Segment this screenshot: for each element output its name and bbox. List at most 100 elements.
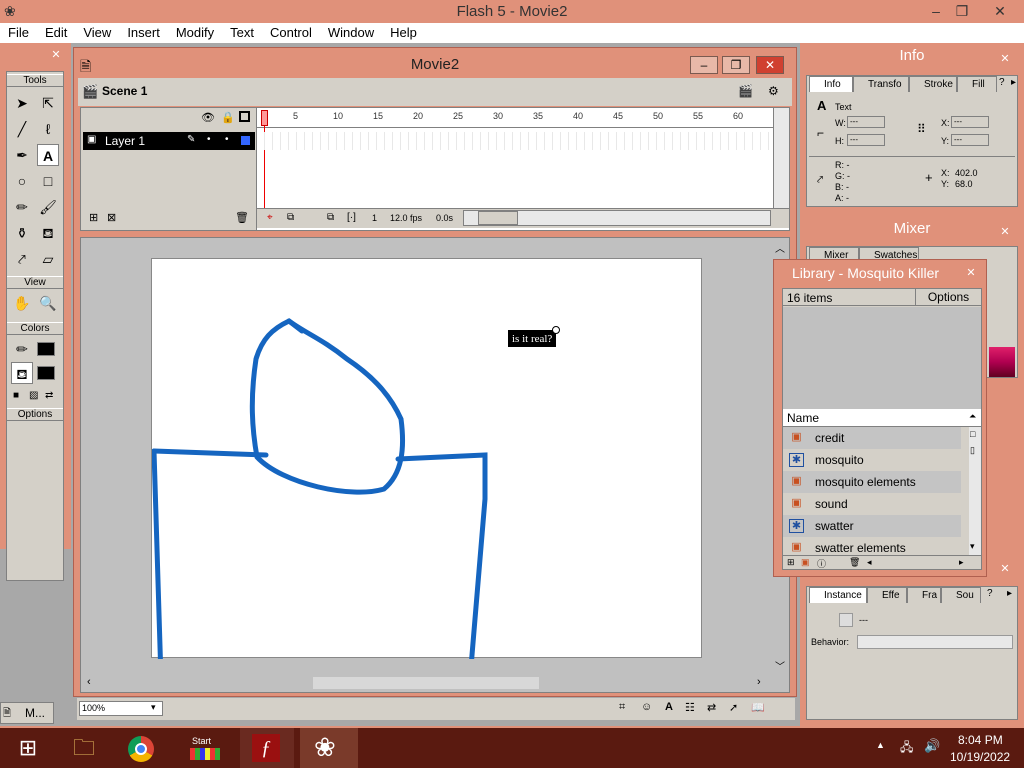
actions-panel-icon[interactable]: ➚	[729, 701, 738, 714]
menu-control[interactable]: Control	[262, 23, 320, 43]
outline-icon[interactable]	[239, 111, 250, 122]
clock-time[interactable]: 8:04 PM	[958, 733, 1003, 747]
arrow-tool-icon[interactable]: ➤	[11, 92, 33, 114]
swap-colors-icon[interactable]: ⇄	[45, 390, 53, 401]
wide-view-icon[interactable]: □	[970, 429, 975, 439]
fill-color-swatch[interactable]	[37, 366, 55, 380]
no-color-icon[interactable]: ▨	[29, 390, 38, 401]
menu-window[interactable]: Window	[320, 23, 382, 43]
flash-taskbar-icon[interactable]: ƒ	[240, 728, 294, 768]
mixer-close-button[interactable]: ✕	[996, 223, 1014, 241]
tray-up-icon[interactable]: ▲	[876, 740, 885, 750]
lasso-tool-icon[interactable]: ℓ	[37, 118, 59, 140]
delete-layer-icon[interactable]: 🗑	[235, 211, 249, 224]
tab-sound[interactable]: Sou	[941, 587, 981, 603]
registration-grid-icon[interactable]: ⠿	[917, 122, 926, 136]
edit-scene-icon[interactable]: 🎬	[738, 84, 753, 98]
visibility-dot[interactable]: •	[207, 134, 211, 145]
library-item[interactable]: ✱ swatter	[783, 515, 961, 537]
timeline-hscroll[interactable]	[463, 210, 771, 226]
maximize-button[interactable]: ❐	[946, 0, 978, 22]
windows-start-icon[interactable]: ⊞	[0, 728, 56, 768]
tab-stroke[interactable]: Stroke	[909, 76, 957, 92]
stage[interactable]: is it real?	[151, 258, 702, 659]
flash5-taskbar-icon[interactable]: ❀	[300, 728, 358, 768]
info-close-button[interactable]: ✕	[996, 50, 1014, 68]
tab-info[interactable]: Info	[809, 76, 853, 92]
pencil-tool-icon[interactable]: ✏	[11, 196, 33, 218]
start-app-icon[interactable]: Start	[178, 728, 232, 768]
menu-insert[interactable]: Insert	[119, 23, 168, 43]
lock-icon[interactable]: 🔒	[221, 111, 235, 124]
tab-fill[interactable]: Fill	[957, 76, 997, 92]
tab-frame[interactable]: Fra	[907, 587, 941, 603]
mixer-panel-icon[interactable]: ☺	[641, 701, 652, 713]
outline-color-swatch[interactable]	[241, 136, 250, 145]
file-explorer-icon[interactable]: 🗀	[56, 728, 112, 768]
instance-panel-icon[interactable]: ☷	[685, 701, 695, 714]
rectangle-tool-icon[interactable]: □	[37, 170, 59, 192]
eye-icon[interactable]: 👁	[201, 111, 215, 124]
onion-skin-icon[interactable]: ⧉	[287, 212, 294, 223]
text-resize-handle[interactable]	[552, 326, 560, 334]
library-scroll-down-icon[interactable]: ▾	[970, 541, 975, 552]
h-field[interactable]: ---	[847, 134, 885, 146]
subselect-tool-icon[interactable]: ⇱	[37, 92, 59, 114]
zoom-tool-icon[interactable]: 🔍	[37, 292, 59, 314]
ink-bottle-icon[interactable]: ⚱	[11, 222, 33, 244]
w-field[interactable]: ---	[847, 116, 885, 128]
default-colors-icon[interactable]: ■	[13, 390, 19, 401]
volume-icon[interactable]: 🔊	[924, 738, 940, 754]
close-button[interactable]: ✕	[984, 0, 1016, 22]
timeline-vscroll[interactable]	[773, 108, 789, 208]
pen-tool-icon[interactable]: ✒	[11, 144, 33, 166]
y-field[interactable]: ---	[951, 134, 989, 146]
scroll-left-icon[interactable]: ‹	[87, 676, 91, 688]
menu-edit[interactable]: Edit	[37, 23, 75, 43]
add-guide-icon[interactable]: ⊠	[107, 211, 116, 224]
movie-maximize-button[interactable]: ❐	[722, 56, 750, 74]
tab-instance[interactable]: Instance	[809, 587, 867, 603]
movie-explorer-icon[interactable]: ⇄	[707, 701, 716, 714]
scroll-up-icon[interactable]: ︿	[775, 240, 785, 255]
center-frame-icon[interactable]: ⌖	[267, 212, 273, 223]
stage-hscroll-thumb[interactable]	[313, 677, 539, 689]
menu-file[interactable]: File	[0, 23, 37, 43]
instance-menu-icon[interactable]: ▸	[1007, 588, 1012, 599]
brush-tool-icon[interactable]: 🖌	[37, 196, 59, 218]
clock-date[interactable]: 10/19/2022	[950, 750, 1010, 764]
stage-hscroll[interactable]: ‹ ›	[81, 674, 771, 692]
movie-close-button[interactable]: ✕	[756, 56, 784, 74]
chrome-icon[interactable]	[116, 728, 170, 768]
library-vscroll[interactable]: □ ▯ ▾	[969, 427, 981, 555]
library-item[interactable]: ▣ mosquito elements	[783, 471, 961, 493]
library-scroll-left-icon[interactable]: ◂	[867, 557, 872, 568]
character-panel-icon[interactable]: A	[665, 701, 673, 713]
eraser-icon[interactable]: ▱	[37, 248, 59, 270]
add-layer-icon[interactable]: ⊞	[89, 211, 98, 224]
library-item[interactable]: ✱ mosquito	[783, 449, 961, 471]
menu-help[interactable]: Help	[382, 23, 425, 43]
stage-text-field[interactable]: is it real?	[507, 330, 557, 347]
minimized-window[interactable]: 🗎 M...	[0, 702, 54, 724]
narrow-view-icon[interactable]: ▯	[970, 445, 975, 456]
lock-dot[interactable]: •	[225, 134, 229, 145]
sort-icon[interactable]: ⏶	[969, 411, 976, 422]
tab-effect[interactable]: Effe	[867, 587, 907, 603]
delete-symbol-icon[interactable]: 🗑	[849, 557, 860, 568]
network-icon[interactable]: 🖧	[900, 738, 913, 759]
scroll-down-icon[interactable]: ﹀	[775, 658, 785, 673]
playhead[interactable]	[261, 110, 268, 126]
menu-modify[interactable]: Modify	[168, 23, 222, 43]
stroke-color-swatch[interactable]	[37, 342, 55, 356]
frame-track[interactable]	[257, 132, 773, 150]
eyedropper-icon[interactable]: ⤤	[11, 248, 33, 270]
library-item[interactable]: ▣ sound	[783, 493, 961, 515]
new-folder-icon[interactable]: ▣	[801, 557, 810, 568]
new-symbol-icon[interactable]: ⊞	[787, 557, 795, 568]
onion-markers-icon[interactable]: [·]	[347, 212, 356, 223]
movie-minimize-button[interactable]: ‒	[690, 56, 718, 74]
edit-symbol-icon[interactable]: ⚙	[768, 84, 779, 98]
tools-close-button[interactable]: ✕	[47, 46, 65, 64]
properties-icon[interactable]: ⓘ	[817, 557, 826, 570]
